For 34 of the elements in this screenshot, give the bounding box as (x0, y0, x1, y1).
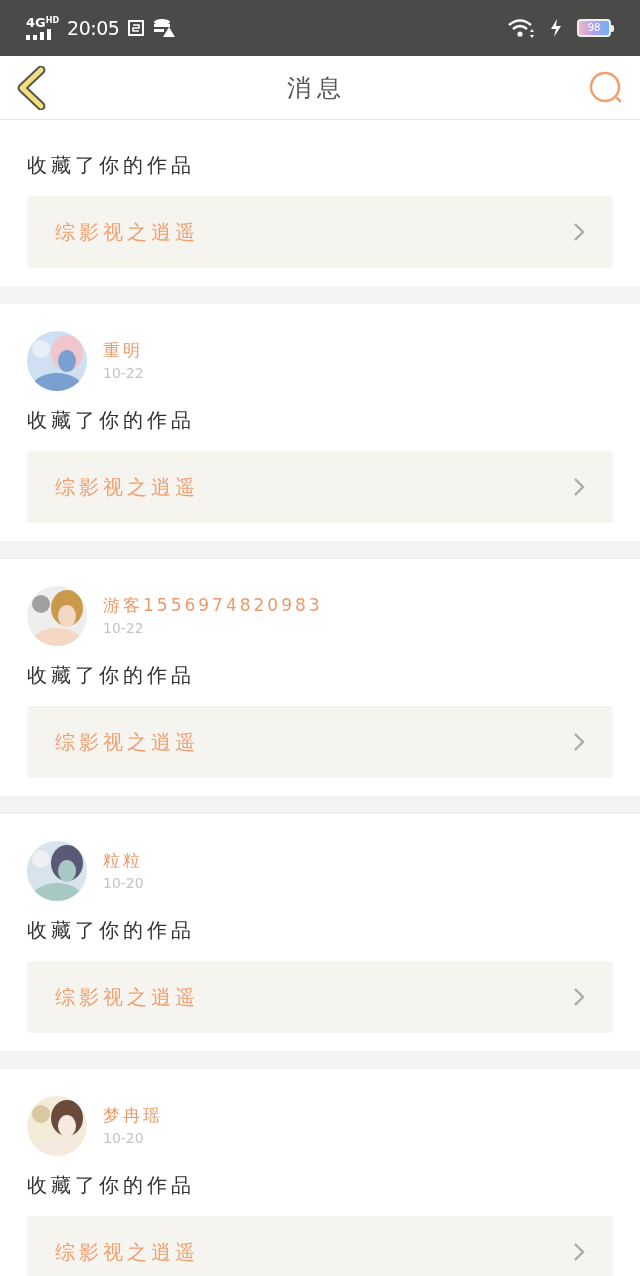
message-text: 收藏了你的作品 (27, 152, 196, 179)
work-link[interactable]: 综影视之逍遥 (27, 451, 613, 523)
message-date: 10-22 (103, 619, 145, 639)
battery-indicator: 98 (577, 19, 614, 37)
user-name[interactable]: 重明 (103, 337, 144, 364)
back-icon[interactable] (16, 65, 46, 110)
network-indicator: 4G$^{HD}$ (26, 16, 60, 40)
database-warning-icon (153, 18, 176, 38)
chevron-right-icon (573, 1242, 585, 1262)
work-link[interactable]: 综影视之逍遥 (27, 961, 613, 1033)
chevron-right-icon (573, 222, 585, 242)
message-text: 收藏了你的作品 (27, 407, 196, 434)
chevron-right-icon (573, 477, 585, 497)
page-title: 消息 (287, 72, 347, 104)
screenshot-icon (127, 19, 146, 37)
work-link[interactable]: 综影视之逍遥 (27, 706, 613, 778)
message-text: 收藏了你的作品 (27, 662, 196, 689)
chevron-right-icon (573, 732, 585, 752)
message-text: 收藏了你的作品 (27, 917, 196, 944)
message-date: 10-22 (103, 364, 144, 384)
wifi-icon (507, 18, 535, 38)
work-link[interactable]: 综影视之逍遥 (27, 196, 613, 268)
user-name[interactable]: 粒粒 (103, 847, 144, 874)
user-name[interactable]: 梦冉瑶 (103, 1102, 163, 1129)
user-name[interactable]: 游客1556974820983 (103, 592, 323, 619)
message-text: 收藏了你的作品 (27, 1172, 196, 1199)
user-avatar[interactable] (27, 841, 87, 901)
clock-time: 20:05 (67, 15, 120, 41)
work-link[interactable]: 综影视之逍遥 (27, 1216, 613, 1276)
message-date: 10-20 (103, 1129, 145, 1149)
user-avatar[interactable] (27, 1096, 87, 1156)
chevron-right-icon (573, 987, 585, 1007)
message-date: 10-20 (103, 874, 144, 894)
charging-icon (551, 19, 561, 37)
